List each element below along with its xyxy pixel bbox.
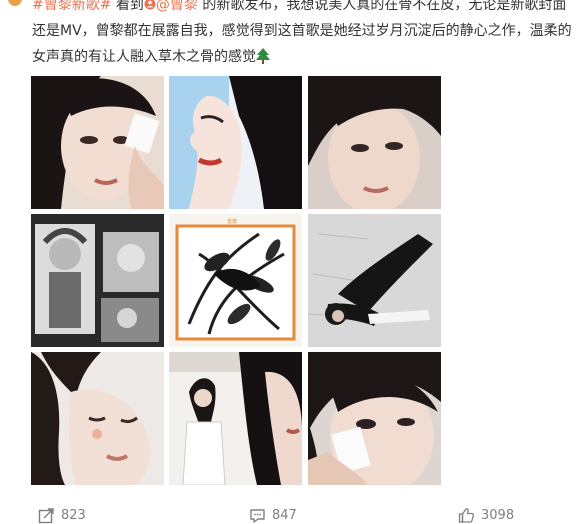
- comment-icon: [250, 508, 265, 523]
- photo-9-image: [308, 352, 441, 485]
- photo-4-opera-collage[interactable]: [31, 214, 164, 347]
- photo-5-album-cover[interactable]: 曾黎: [169, 214, 302, 347]
- photo-3-image: [308, 76, 441, 209]
- repost-button[interactable]: 823: [38, 506, 86, 524]
- photo-1-image: [31, 76, 164, 209]
- photo-2-image: [169, 76, 302, 209]
- post-text: #曾黎新歌# 看到 @曾黎 的新歌发布，我想说美人真的在骨不在皮，无论是新歌封面还…: [32, 0, 578, 70]
- photo-8-white-shirt[interactable]: [169, 352, 302, 485]
- user-link-icon: [144, 0, 156, 10]
- repost-count: 823: [61, 507, 86, 523]
- repost-icon: [38, 507, 54, 523]
- svg-text:曾黎: 曾黎: [227, 218, 237, 225]
- photo-8-image: [169, 352, 302, 485]
- like-count: 3098: [481, 507, 515, 523]
- comment-button[interactable]: 847: [249, 506, 297, 524]
- hashtag-link[interactable]: #曾黎新歌#: [32, 0, 111, 13]
- photo-7-eyes-closed[interactable]: [31, 352, 164, 485]
- photo-6-image: [308, 214, 441, 347]
- mention-text: @曾黎: [155, 0, 198, 13]
- avatar[interactable]: [8, 0, 22, 6]
- comment-count: 847: [272, 507, 297, 523]
- weibo-post: #曾黎新歌# 看到 @曾黎 的新歌发布，我想说美人真的在骨不在皮，无论是新歌封面还…: [0, 0, 584, 524]
- thumbs-up-icon: [458, 507, 475, 523]
- tree-emoji-icon: [256, 48, 270, 64]
- photo-4-image: [31, 214, 164, 347]
- post-text-part-1: 看到: [111, 0, 144, 13]
- photo-3-closeup[interactable]: [308, 76, 441, 209]
- photo-9-tissue-eye[interactable]: [308, 352, 441, 485]
- photo-1-wiping-cheek[interactable]: [31, 76, 164, 209]
- photo-5-image: 曾黎: [169, 214, 302, 347]
- post-action-bar: 823 847 3098: [0, 500, 584, 524]
- photo-2-profile-blue[interactable]: [169, 76, 302, 209]
- photo-6-lying-pose[interactable]: [308, 214, 441, 347]
- image-grid: 曾黎: [31, 76, 441, 494]
- photo-7-image: [31, 352, 164, 485]
- like-button[interactable]: 3098: [458, 506, 514, 524]
- mention-link[interactable]: @曾黎: [144, 0, 198, 13]
